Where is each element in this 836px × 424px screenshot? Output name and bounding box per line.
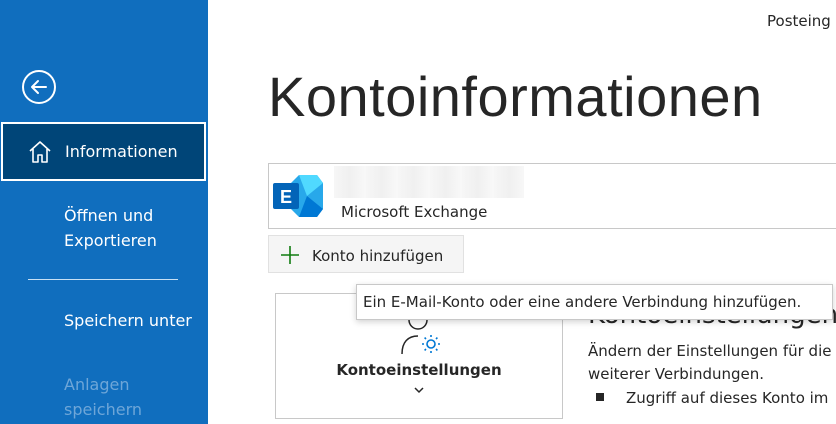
sidebar-item-label: Informationen (65, 142, 178, 161)
add-account-button[interactable]: Konto hinzufügen (268, 235, 464, 273)
bullet-marker (596, 393, 604, 401)
home-icon (29, 141, 51, 163)
account-email-redacted (334, 166, 524, 198)
sidebar-item-label: Öffnen und Exportieren (64, 203, 157, 253)
exchange-icon: E (273, 175, 323, 217)
sidebar-item-label-line1: Anlagen (64, 375, 130, 394)
section-description: Ändern der Einstellungen für die weitere… (588, 340, 836, 386)
sidebar-item-informationen[interactable]: Informationen (1, 122, 206, 181)
sidebar-item-label: Anlagen speichern (64, 372, 142, 422)
mailbox-title: Posteing (767, 12, 831, 30)
bullet-text: Zugriff auf dieses Konto im (626, 389, 829, 407)
chevron-down-icon (414, 387, 424, 394)
sidebar-item-label-line2: Exportieren (64, 231, 157, 250)
arrow-left-icon (31, 80, 47, 94)
sidebar-item-label: Speichern unter (64, 311, 192, 330)
sidebar-item-label-line1: Öffnen und (64, 206, 154, 225)
back-button[interactable] (22, 70, 56, 104)
add-account-label: Konto hinzufügen (312, 247, 444, 265)
svg-text:E: E (280, 187, 292, 207)
tooltip-text: Ein E-Mail-Konto oder eine andere Verbin… (363, 293, 802, 311)
account-settings-label: Kontoeinstellungen (336, 361, 502, 379)
add-account-tooltip: Ein E-Mail-Konto oder eine andere Verbin… (356, 284, 833, 320)
sidebar-divider (28, 279, 178, 280)
account-type: Microsoft Exchange (341, 203, 488, 221)
section-description-line2: weiterer Verbindungen. (588, 365, 765, 383)
sidebar: Informationen Öffnen und Exportieren Spe… (0, 0, 208, 424)
plus-icon (281, 246, 299, 264)
section-description-line1: Ändern der Einstellungen für die (588, 342, 832, 360)
page-title: Kontoinformationen (268, 65, 763, 128)
sidebar-item-label-line2: speichern (64, 400, 142, 419)
